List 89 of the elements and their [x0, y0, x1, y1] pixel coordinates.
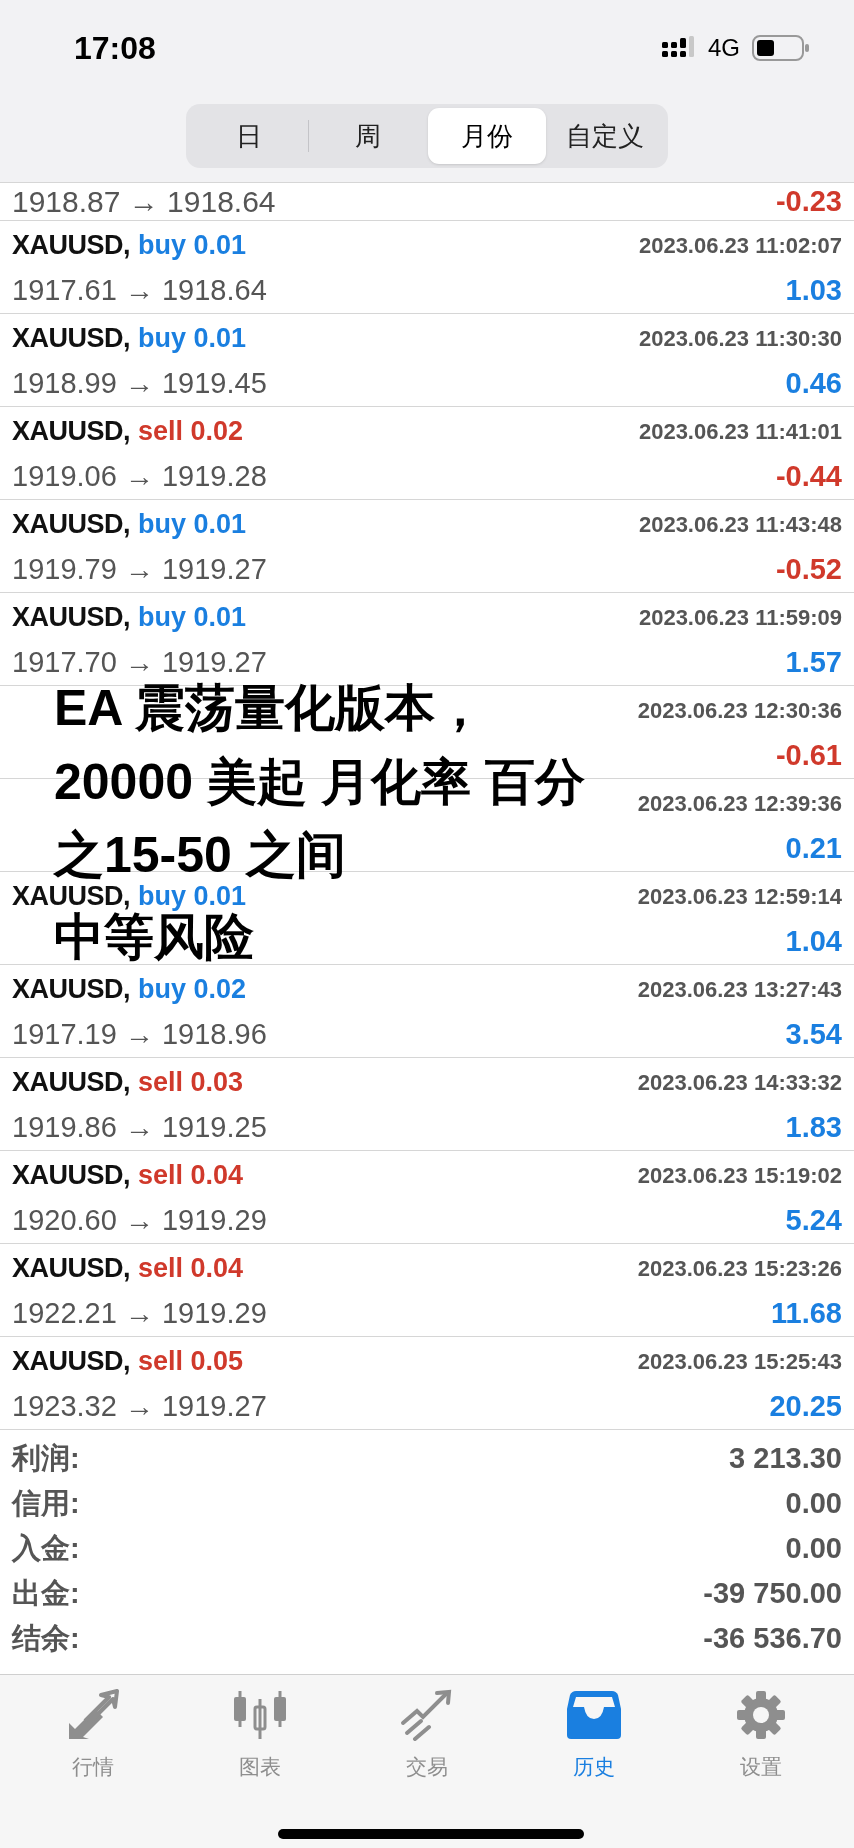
- symbol-label: XAUUSD,: [12, 510, 130, 538]
- trade-time: 2023.06.23 15:19:02: [637, 1161, 842, 1190]
- trade-time: 2023.06.23 12:59:14: [637, 882, 842, 911]
- candlestick-icon: [232, 1689, 289, 1741]
- order-type-label: buy 0.01: [138, 603, 247, 631]
- profit-value: -0.52: [775, 554, 842, 584]
- profit-value: 0.46: [785, 368, 842, 398]
- caption-line: 中等风险: [54, 912, 254, 962]
- summary-value: 3 213.30: [729, 1440, 842, 1476]
- summary-label: 出金:: [12, 1575, 80, 1611]
- order-type-label: buy 0.01: [138, 324, 247, 352]
- profit-value: -0.44: [775, 461, 842, 491]
- period-tab[interactable]: 月份: [427, 108, 546, 164]
- summary-label: 入金:: [12, 1530, 80, 1566]
- order-type-label: buy 0.02: [138, 975, 247, 1003]
- trade-time: 2023.06.23 14:33:32: [637, 1068, 842, 1097]
- price-range: 1918.99 → 1919.45: [12, 368, 267, 398]
- summary-value: -39 750.00: [703, 1575, 842, 1611]
- order-type-label: buy 0.01: [138, 510, 247, 538]
- price-range: 1920.60 → 1919.29: [12, 1205, 267, 1235]
- price-range: 1919.06 → 1919.28: [12, 461, 267, 491]
- order-type-label: sell 0.02: [138, 417, 244, 445]
- summary-label: 利润:: [12, 1440, 80, 1476]
- symbol-label: XAUUSD,: [12, 1347, 130, 1375]
- price-range: 1922.21 → 1919.29: [12, 1298, 267, 1328]
- trade-time: 2023.06.23 12:30:36: [637, 696, 842, 725]
- price-range: 1919.79 → 1919.27: [12, 554, 267, 584]
- symbol-label: XAUUSD,: [12, 1161, 130, 1189]
- profit-value: 5.24: [785, 1205, 842, 1235]
- trade-time: 2023.06.23 13:27:43: [637, 975, 842, 1004]
- bottom-tab[interactable]: 历史: [533, 1689, 654, 1783]
- trade-time: 2023.06.23 11:30:30: [638, 324, 842, 353]
- trade-time: 2023.06.23 11:43:48: [638, 510, 842, 539]
- symbol-label: XAUUSD,: [12, 324, 130, 352]
- trade-time: 2023.06.23 11:41:01: [638, 417, 842, 446]
- order-type-label: sell 0.04: [138, 1254, 244, 1282]
- order-type-label: sell 0.04: [138, 1161, 244, 1189]
- price-range: 1917.70 → 1919.27: [12, 647, 267, 677]
- bottom-tab[interactable]: 行情: [33, 1689, 154, 1783]
- symbol-label: XAUUSD,: [12, 975, 130, 1003]
- signal-icon: [662, 36, 696, 60]
- price-range: 1917.19 → 1918.96: [12, 1019, 267, 1049]
- summary-value: 0.00: [785, 1485, 842, 1521]
- profit-value: 3.54: [785, 1019, 842, 1049]
- bottom-tab[interactable]: 设置: [700, 1689, 821, 1783]
- battery-icon: [752, 34, 810, 62]
- symbol-label: XAUUSD,: [12, 417, 130, 445]
- trade-time: 2023.06.23 15:25:43: [637, 1347, 842, 1376]
- price-range: 1919.86 → 1919.25: [12, 1112, 267, 1142]
- caption-line: 之15-50 之间: [54, 830, 346, 880]
- symbol-label: XAUUSD,: [12, 231, 130, 259]
- trade-time: 2023.06.23 11:02:07: [638, 231, 842, 260]
- order-type-label: buy 0.01: [138, 882, 247, 910]
- caption-line: EA 震荡量化版本，: [54, 683, 486, 733]
- price-range: 1918.87 → 1918.64: [12, 186, 276, 217]
- period-tab[interactable]: 日: [190, 108, 309, 164]
- order-type-label: sell 0.05: [138, 1347, 244, 1375]
- profit-value: 11.68: [771, 1298, 842, 1328]
- order-type-label: sell 0.03: [138, 1068, 244, 1096]
- symbol-label: XAUUSD,: [12, 1068, 130, 1096]
- profit-value: 1.83: [785, 1112, 842, 1142]
- symbol-label: XAUUSD,: [12, 1254, 130, 1282]
- symbol-label: XAUUSD,: [12, 603, 130, 631]
- summary-value: 0.00: [785, 1530, 842, 1566]
- summary-value: -36 536.70: [703, 1620, 842, 1656]
- caption-line: 20000 美起 月化率 百分: [54, 757, 585, 807]
- price-range: 1917.61 → 1918.64: [12, 275, 267, 305]
- summary-label: 结余:: [12, 1620, 80, 1656]
- trade-time: 2023.06.23 15:23:26: [637, 1254, 842, 1283]
- bottom-tab[interactable]: 图表: [200, 1689, 321, 1783]
- inbox-icon: [565, 1689, 622, 1741]
- period-tab[interactable]: 自定义: [545, 108, 664, 164]
- summary-label: 信用:: [12, 1485, 80, 1521]
- network-label: 4G: [708, 33, 740, 63]
- profit-value: 1.57: [785, 647, 842, 677]
- profit-value: 1.04: [785, 926, 842, 956]
- symbol-label: XAUUSD,: [12, 882, 130, 910]
- profit-value: 1.03: [785, 275, 842, 305]
- clock-time: 17:08: [74, 29, 156, 68]
- order-type-label: buy 0.01: [138, 231, 247, 259]
- profit-value: 0.21: [785, 833, 842, 863]
- period-tab[interactable]: 周: [309, 108, 428, 164]
- bottom-tab[interactable]: 交易: [367, 1689, 487, 1783]
- profit-value: 20.25: [769, 1391, 842, 1421]
- profit-value: -0.23: [775, 187, 842, 216]
- trade-time: 2023.06.23 12:39:36: [637, 789, 842, 818]
- profit-value: -0.61: [775, 740, 842, 770]
- trade-time: 2023.06.23 11:59:09: [638, 603, 842, 632]
- price-range: 1923.32 → 1919.27: [12, 1391, 267, 1421]
